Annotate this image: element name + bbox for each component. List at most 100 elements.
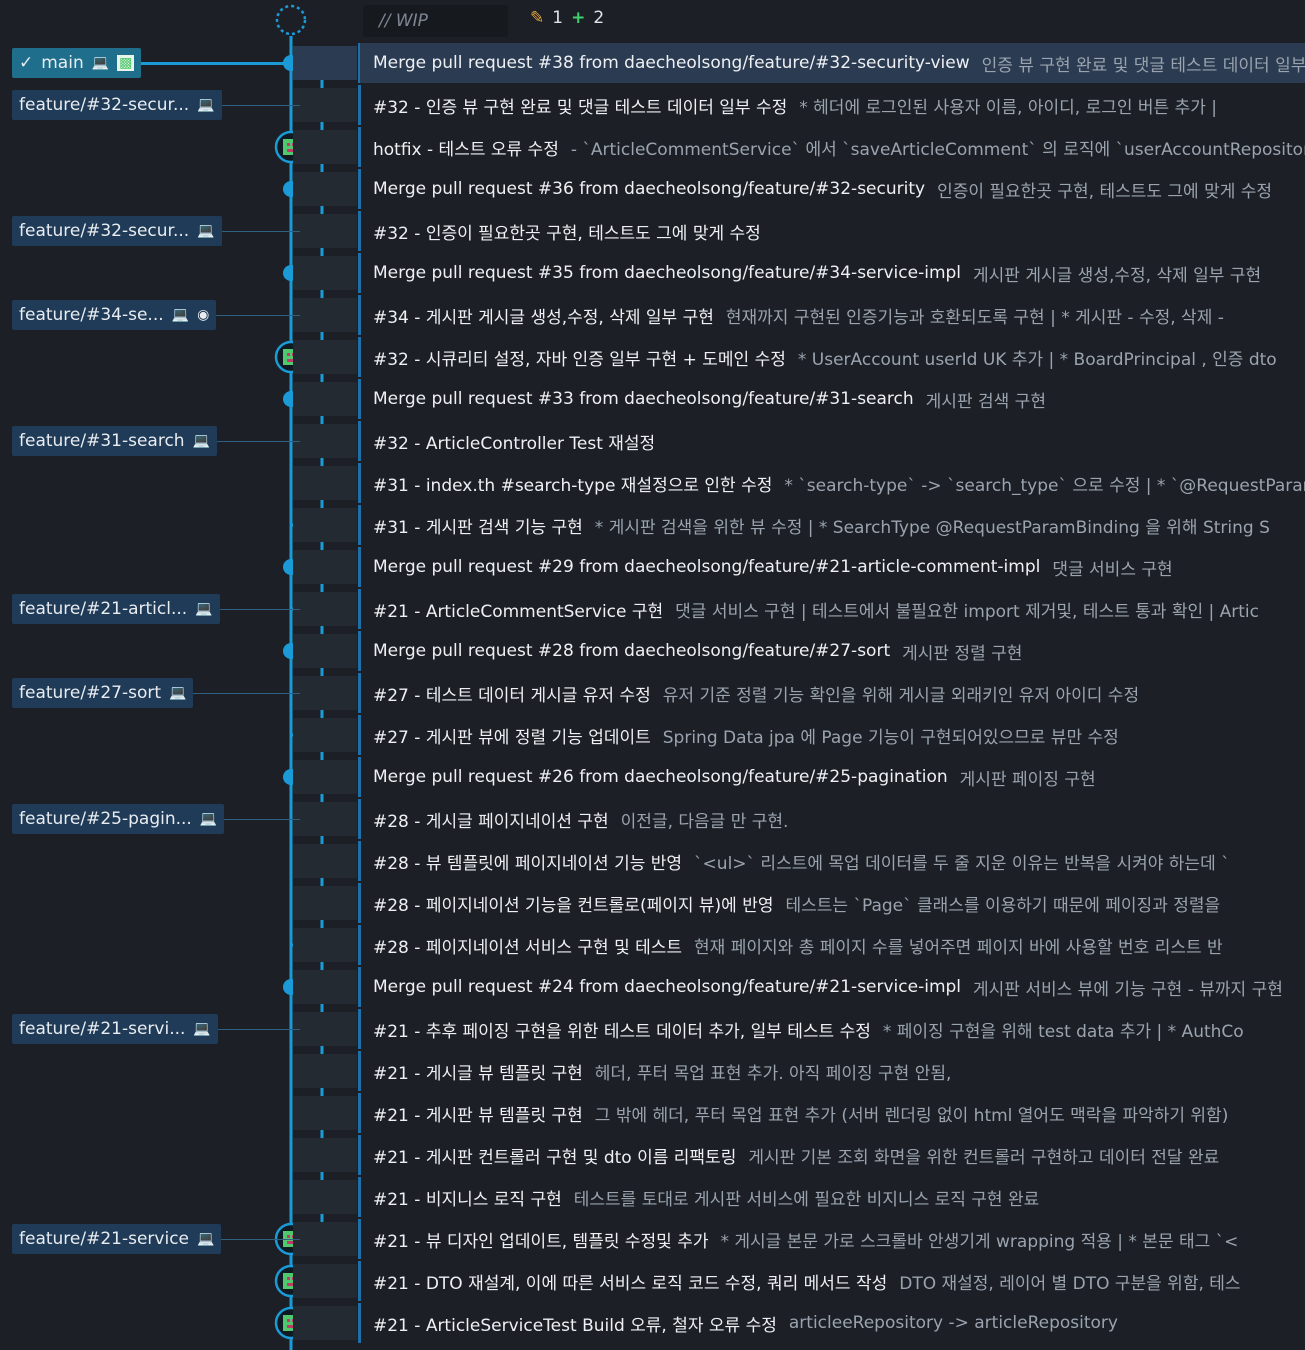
- commit-row[interactable]: Merge pull request #38 from daecheolsong…: [360, 43, 1305, 83]
- commit-row[interactable]: #21 - 추후 페이징 구현을 위한 테스트 데이터 추가, 일부 테스트 수…: [360, 1009, 1305, 1049]
- commit-message: #28 - 페이지네이션 기능을 컨트롤로(페이지 뷰)에 반영: [373, 895, 774, 916]
- commit-row[interactable]: Merge pull request #24 from daecheolsong…: [360, 967, 1305, 1007]
- avatar-icon: [287, 353, 290, 356]
- branch-tag[interactable]: feature/#21-articl... 💻: [12, 594, 220, 624]
- graph-row-background: [293, 46, 357, 80]
- branch-tag[interactable]: feature/#25-pagin... 💻: [12, 804, 225, 834]
- graph-row-background: [293, 256, 357, 290]
- branch-tag[interactable]: feature/#32-secur... 💻: [12, 90, 222, 120]
- laptop-icon: 💻: [197, 97, 215, 113]
- branch-connector: [224, 819, 300, 820]
- commit-row[interactable]: #31 - 게시판 검색 기능 구현 * 게시판 검색을 위한 뷰 수정 | * …: [360, 505, 1305, 545]
- graph-row-background: [293, 802, 357, 836]
- graph-row-background: [293, 592, 357, 626]
- commit-row[interactable]: #21 - ArticleCommentService 구현 댓글 서비스 구현 …: [360, 589, 1305, 629]
- commit-row[interactable]: #27 - 게시판 뷰에 정렬 기능 업데이트 Spring Data jpa 에…: [360, 715, 1305, 755]
- commit-row[interactable]: #32 - 인증 뷰 구현 완료 및 댓글 테스트 데이터 일부 수정 * 헤더에…: [360, 85, 1305, 125]
- branch-name: feature/#34-se...: [19, 305, 164, 325]
- modified-count: 1: [552, 8, 564, 28]
- commit-row[interactable]: Merge pull request #28 from daecheolsong…: [360, 631, 1305, 671]
- branch-name: feature/#21-servi...: [19, 1019, 186, 1039]
- commit-message: #21 - 게시판 뷰 템플릿 구현: [373, 1105, 583, 1126]
- commit-row[interactable]: #21 - 게시판 컨트롤러 구현 및 dto 이름 리팩토링 게시판 기본 조회…: [360, 1135, 1305, 1175]
- commit-description: * 게시판 검색을 위한 뷰 수정 | * SearchType @Reques…: [594, 517, 1270, 538]
- branch-name: feature/#27-sort: [19, 683, 162, 703]
- commit-message: Merge pull request #29 from daecheolsong…: [373, 557, 1041, 577]
- commit-row[interactable]: Merge pull request #26 from daecheolsong…: [360, 757, 1305, 797]
- commit-message: Merge pull request #26 from daecheolsong…: [373, 767, 948, 787]
- commit-description: DTO 재설정, 레이어 별 DTO 구분을 위함, 테스: [899, 1273, 1241, 1294]
- commit-message: #31 - index.th #search-type 재설정으로 인한 수정: [373, 475, 773, 496]
- commit-row[interactable]: #21 - 게시판 뷰 템플릿 구현 그 밖에 헤더, 푸터 목업 표현 추가 (…: [360, 1093, 1305, 1133]
- wip-message-input[interactable]: // WIP: [363, 5, 508, 37]
- branch-tag[interactable]: feature/#32-secur... 💻: [12, 216, 222, 246]
- branch-connector: [141, 62, 291, 65]
- commit-description: * UserAccount userId UK 추가 | * BoardPrin…: [797, 349, 1277, 370]
- commit-row[interactable]: #32 - 시큐리티 설정, 자바 인증 일부 구현 + 도메인 수정 * Use…: [360, 337, 1305, 377]
- commit-row[interactable]: Merge pull request #33 from daecheolsong…: [360, 379, 1305, 419]
- graph-row-background: [293, 634, 357, 668]
- commit-message: Merge pull request #33 from daecheolsong…: [373, 389, 914, 409]
- branch-connector: [221, 1239, 300, 1240]
- commit-message: #21 - 비지니스 로직 구현: [373, 1189, 562, 1210]
- commit-description: 인증이 필요한곳 구현, 테스트도 그에 맞게 수정: [937, 181, 1273, 202]
- graph-row-background: [293, 1222, 357, 1256]
- commit-row[interactable]: Merge pull request #29 from daecheolsong…: [360, 547, 1305, 587]
- avatar-icon: [287, 1235, 290, 1238]
- commit-message: #32 - ArticleController Test 재설정: [373, 433, 656, 454]
- laptop-icon: 💻: [171, 307, 190, 323]
- commit-row[interactable]: #31 - index.th #search-type 재설정으로 인한 수정 *…: [360, 463, 1305, 503]
- graph-row-background: [293, 466, 357, 500]
- branch-name: feature/#32-secur...: [19, 221, 190, 241]
- commit-description: 현재 페이지와 총 페이지 수를 넣어주면 페이지 바에 사용할 번호 리스트 …: [694, 937, 1223, 958]
- commit-message: #27 - 테스트 데이터 게시글 유저 수정: [373, 685, 651, 706]
- branch-name: feature/#21-service: [19, 1229, 190, 1249]
- branch-tag[interactable]: feature/#21-service 💻: [12, 1224, 222, 1254]
- commit-message: #21 - 뷰 디자인 업데이트, 템플릿 수정및 추가: [373, 1231, 709, 1252]
- commit-row[interactable]: #34 - 게시판 게시글 생성,수정, 삭제 일부 구현 현재까지 구현된 인증…: [360, 295, 1305, 335]
- commit-row[interactable]: #32 - 인증이 필요한곳 구현, 테스트도 그에 맞게 수정: [360, 211, 1305, 251]
- commit-row[interactable]: Merge pull request #36 from daecheolsong…: [360, 169, 1305, 209]
- commit-description: 인증 뷰 구현 완료 및 댓글 테스트 데이터 일부 수정: [981, 55, 1305, 76]
- commit-row[interactable]: #28 - 뷰 템플릿에 페이지네이션 기능 반영 `<ul>` 리스트에 목업 …: [360, 841, 1305, 881]
- commit-row[interactable]: #21 - ArticleServiceTest Build 오류, 철자 오류…: [360, 1303, 1305, 1343]
- commit-row[interactable]: #21 - 비지니스 로직 구현 테스트를 토대로 게시판 서비스에 필요한 비지…: [360, 1177, 1305, 1217]
- commit-row[interactable]: Merge pull request #35 from daecheolsong…: [360, 253, 1305, 293]
- commit-description: 현재까지 구현된 인증기능과 호환되도록 구현 | * 게시판 - 수정, 삭제…: [725, 307, 1224, 328]
- branch-tag[interactable]: feature/#31-search 💻: [12, 426, 218, 456]
- avatar-icon: [287, 1319, 290, 1322]
- graph-row-background: [293, 214, 357, 248]
- commit-message: #21 - 게시판 컨트롤러 구현 및 dto 이름 리팩토링: [373, 1147, 737, 1168]
- graph-row-background: [293, 1306, 357, 1340]
- commit-message: #21 - ArticleServiceTest Build 오류, 철자 오류…: [373, 1315, 777, 1336]
- commit-row[interactable]: #28 - 게시글 페이지네이션 구현 이전글, 다음글 만 구현.: [360, 799, 1305, 839]
- commit-row[interactable]: #28 - 페이지네이션 기능을 컨트롤로(페이지 뷰)에 반영 테스트는 `Pa…: [360, 883, 1305, 923]
- laptop-icon: 💻: [195, 601, 213, 617]
- commit-row[interactable]: #28 - 페이지네이션 서비스 구현 및 테스트 현재 페이지와 총 페이지 수…: [360, 925, 1305, 965]
- commit-row[interactable]: #21 - 게시글 뷰 템플릿 구현 헤더, 푸터 목업 표현 추가. 아직 페이…: [360, 1051, 1305, 1091]
- branch-tag[interactable]: feature/#27-sort 💻: [12, 678, 194, 708]
- branch-tag[interactable]: feature/#34-se... 💻 ◉: [12, 300, 217, 330]
- commit-row[interactable]: #27 - 테스트 데이터 게시글 유저 수정 유저 기준 정렬 기능 확인을 위…: [360, 673, 1305, 713]
- commit-description: * 헤더에 로그인된 사용자 이름, 아이디, 로그인 버튼 추가 |: [799, 97, 1218, 118]
- commit-message: #27 - 게시판 뷰에 정렬 기능 업데이트: [373, 727, 651, 748]
- commit-description: 게시판 정렬 구현: [902, 643, 1023, 664]
- commit-row[interactable]: #32 - ArticleController Test 재설정: [360, 421, 1305, 461]
- branch-tag[interactable]: feature/#21-servi... 💻: [12, 1014, 218, 1044]
- commit-message: #32 - 인증이 필요한곳 구현, 테스트도 그에 맞게 수정: [373, 223, 761, 244]
- graph-row-background: [293, 1264, 357, 1298]
- commit-message: Merge pull request #35 from daecheolsong…: [373, 263, 962, 283]
- commit-row[interactable]: #21 - DTO 재설계, 이에 따른 서비스 로직 코드 수정, 쿼리 메서…: [360, 1261, 1305, 1301]
- commit-message: #21 - ArticleCommentService 구현: [373, 601, 664, 622]
- branch-name: feature/#31-search: [19, 431, 185, 451]
- commit-description: * `search-type` -> `search_type` 으로 수정 |…: [784, 475, 1305, 496]
- graph-row-background: [293, 718, 357, 752]
- branch-name: feature/#25-pagin...: [19, 809, 192, 829]
- laptop-icon: 💻: [169, 685, 187, 701]
- commit-row[interactable]: hotfix - 테스트 오류 수정 - `ArticleCommentServi…: [360, 127, 1305, 167]
- plus-icon: +: [571, 8, 586, 28]
- commit-row[interactable]: #21 - 뷰 디자인 업데이트, 템플릿 수정및 추가 * 게시글 본문 가로 …: [360, 1219, 1305, 1259]
- branch-tag-main[interactable]: ✓ main 💻 ▩: [12, 48, 142, 78]
- branch-connector: [193, 693, 300, 694]
- branch-connector: [219, 609, 300, 610]
